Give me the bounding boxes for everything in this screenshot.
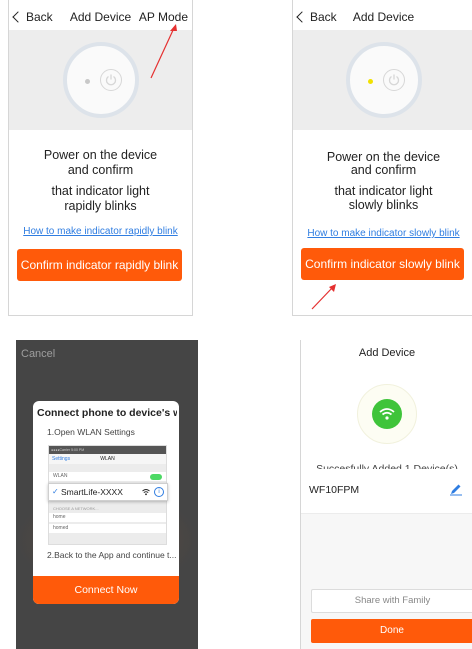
ios-toggle (150, 473, 162, 480)
page-title: Add Device (301, 340, 472, 368)
ios-wlan-label: WLAN (53, 473, 68, 479)
instruction-line-4: rapidly blinks (64, 199, 137, 213)
share-with-family-button[interactable]: Share with Family (311, 589, 472, 613)
device-name: WF10FPM (309, 484, 360, 496)
connect-dialog: Connect phone to device's wifi... 1.Open… (33, 401, 179, 604)
red-arrow-icon (150, 24, 177, 79)
screen-added: Add Device Succesfully Added 1 Device(s)… (300, 340, 472, 649)
step-2: 2.Back to the App and continue t... (47, 550, 177, 560)
ios-net-2: homed (53, 525, 69, 531)
ios-title: WLAN (100, 456, 115, 462)
help-link[interactable]: How to make indicator slowly blink (293, 228, 472, 239)
indicator-led (84, 79, 90, 84)
instruction-line-4: slowly blinks (348, 198, 419, 212)
power-icon (99, 69, 122, 91)
plug-icon (345, 42, 422, 118)
confirm-slow-blink-button[interactable]: Confirm indicator slowly blink (301, 248, 464, 280)
ios-net-1: home (53, 514, 66, 520)
ios-net-row-1: home (49, 513, 166, 522)
plug-icon (62, 42, 139, 118)
confirm-rapid-blink-button[interactable]: Confirm indicator rapidly blink (17, 249, 182, 281)
wifi-icon (142, 484, 150, 506)
instruction-line-3: that indicator light (51, 184, 150, 198)
indicator-led (367, 79, 373, 84)
device-row[interactable]: WF10FPM (301, 469, 472, 514)
screen-connect-wifi: Cancel Connect phone to device's wifi...… (16, 340, 198, 649)
device-illustration (293, 30, 472, 130)
instruction-line-2: and confirm (350, 163, 417, 177)
cancel-button[interactable]: Cancel (21, 348, 55, 360)
ssid-name: SmartLife-XXXX (61, 487, 123, 497)
edit-pencil-icon[interactable] (449, 482, 463, 501)
ssid-highlight: ✓ SmartLife-XXXX i (48, 483, 168, 501)
instruction-line-3: that indicator light (334, 184, 433, 198)
nav-bar: Back Add Device (293, 0, 472, 34)
ios-section-label: CHOOSE A NETWORK... (53, 506, 99, 511)
done-button[interactable]: Done (311, 619, 472, 643)
ios-wlan-row: WLAN (49, 472, 166, 481)
success-ring (357, 384, 417, 444)
red-arrow-icon (311, 284, 336, 310)
wifi-icon (372, 399, 402, 429)
dialog-title: Connect phone to device's wifi... (37, 407, 177, 419)
help-link[interactable]: How to make indicator rapidly blink (9, 226, 192, 237)
ios-status-bar: ●●●●Carrier 5:00 PM (49, 446, 166, 454)
power-icon (382, 69, 405, 91)
step-1: 1.Open WLAN Settings (47, 427, 135, 437)
screen-slow-blink: Back Add Device Power on the device and … (292, 0, 472, 316)
connect-now-button[interactable]: Connect Now (33, 576, 179, 604)
info-icon: i (154, 487, 164, 497)
instruction-line-2: and confirm (67, 163, 134, 177)
ios-nav: Settings WLAN (49, 454, 166, 464)
ios-net-row-2: homed (49, 524, 166, 533)
screen-ap-mode: Back Add Device AP Mode Power on the dev… (8, 0, 193, 316)
page-title: Add Device (352, 10, 415, 24)
instruction-line-1: Power on the device (43, 148, 158, 162)
check-icon: ✓ (52, 487, 59, 496)
